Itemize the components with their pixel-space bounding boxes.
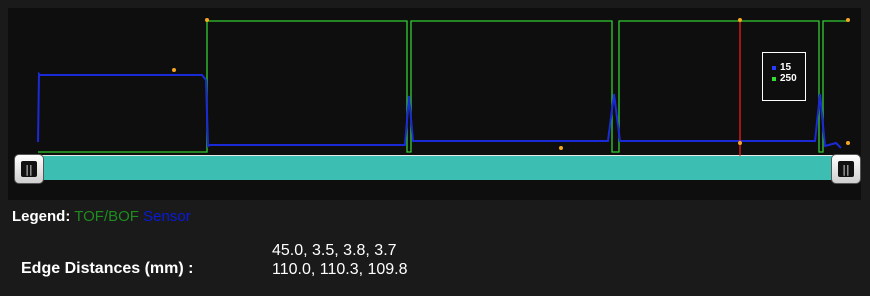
cursor-legend-tof: 250 (772, 73, 805, 84)
edge-distances-line-2: 110.0, 110.3, 109.8 (272, 261, 408, 278)
left-slider-handle[interactable]: || (14, 154, 44, 184)
legend-sensor: Sensor (143, 208, 191, 225)
cursor-legend-sensor: 15 (772, 62, 805, 73)
sensor-dot-icon (772, 65, 776, 70)
edge-marker (738, 18, 742, 22)
sensor-series-line (37, 71, 842, 149)
edge-distances-label: Edge Distances (mm) : (21, 260, 194, 277)
legend: Legend: TOF/BOF Sensor (12, 208, 191, 225)
tof-dot-icon (772, 76, 776, 81)
grip-icon: || (21, 161, 37, 177)
edge-marker (846, 141, 850, 145)
signal-plot (37, 18, 850, 180)
slider-track (38, 156, 846, 180)
tof-bof-series-line (38, 20, 848, 153)
cursor-value-legend: 15 250 (762, 52, 806, 101)
edge-distances-line-1: 45.0, 3.5, 3.8, 3.7 (272, 242, 397, 259)
legend-tof-bof: TOF/BOF (74, 208, 139, 225)
cursor-sensor-value: 15 (780, 62, 792, 73)
legend-title: Legend: (12, 208, 71, 225)
edge-marker (846, 18, 850, 22)
edge-distances-values: 45.0, 3.5, 3.8, 3.7 110.0, 110.3, 109.8 (272, 241, 408, 279)
grip-icon: || (838, 161, 854, 177)
right-slider-handle[interactable]: || (831, 154, 861, 184)
edge-marker (205, 18, 209, 22)
cursor-tof-value: 250 (780, 73, 797, 84)
edge-marker (172, 68, 176, 72)
edge-marker (738, 141, 742, 145)
edge-marker (559, 146, 563, 150)
signal-chart[interactable]: 15 250 || || (8, 8, 861, 200)
